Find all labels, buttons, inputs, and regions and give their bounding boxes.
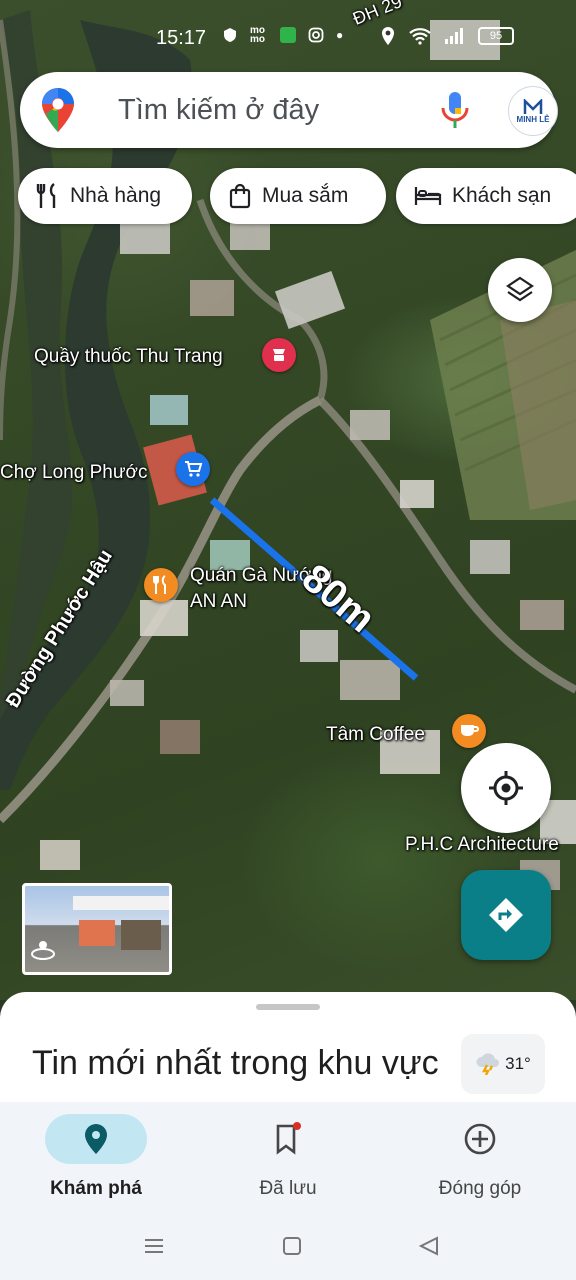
weather-badge[interactable]: 31° xyxy=(461,1034,545,1094)
nav-label: Đã lưu xyxy=(259,1178,317,1199)
chip-label: Nhà hàng xyxy=(70,184,162,207)
restaurant-pin-icon[interactable] xyxy=(144,568,178,602)
status-bar: 15:17 mo mo ● 95 xyxy=(0,22,576,58)
hotel-icon xyxy=(414,187,442,205)
street-view-awning xyxy=(79,920,115,946)
search-input[interactable]: Tìm kiếm ở đây xyxy=(118,94,319,127)
back-icon[interactable] xyxy=(418,1236,440,1261)
home-icon[interactable] xyxy=(282,1236,302,1261)
shield-icon xyxy=(224,28,236,42)
chip-label: Mua sắm xyxy=(262,184,349,207)
bottom-navigation: Khám phá Đã lưu Đóng góp xyxy=(0,1102,576,1222)
layers-icon xyxy=(506,276,534,302)
directions-button[interactable] xyxy=(461,870,551,960)
battery-icon: 95 xyxy=(478,27,514,45)
coffee-pin-icon[interactable] xyxy=(452,714,486,748)
microphone-icon[interactable] xyxy=(440,90,470,135)
thunderstorm-icon xyxy=(476,1053,500,1075)
my-location-button[interactable] xyxy=(461,743,551,833)
latest-news-title[interactable]: Tin mới nhất trong khu vực xyxy=(32,1044,439,1083)
chip-label: Khách sạn xyxy=(452,184,552,207)
satellite-map[interactable]: ĐH 29 Quầy thuốc Thu Trang Chợ Long Phướ… xyxy=(0,0,576,1000)
nav-label: Đóng góp xyxy=(438,1178,522,1199)
temperature: 31° xyxy=(505,1054,531,1073)
street-view-thumbnail[interactable] xyxy=(22,883,172,975)
avatar-logo-icon xyxy=(523,98,543,114)
status-time: 15:17 xyxy=(156,27,207,49)
layers-button[interactable] xyxy=(488,258,552,322)
street-view-rotate-icon xyxy=(29,938,57,964)
chip-hotels[interactable]: Khách sạn xyxy=(396,168,576,224)
pharmacy-pin-icon[interactable] xyxy=(262,338,296,372)
shopping-bag-icon xyxy=(229,183,251,209)
bookmark-icon xyxy=(218,1114,358,1164)
place-label-coffee[interactable]: Tâm Coffee xyxy=(326,724,425,746)
nav-label: Khám phá xyxy=(50,1178,142,1199)
explore-pin-icon xyxy=(45,1114,147,1164)
system-navigation-bar xyxy=(0,1222,576,1280)
drag-handle[interactable] xyxy=(256,1004,320,1010)
avatar-text: MINH LÊ xyxy=(516,114,550,124)
nav-contribute[interactable]: Đóng góp xyxy=(410,1114,550,1200)
wifi-icon xyxy=(409,28,431,45)
nav-explore[interactable]: Khám phá xyxy=(26,1114,166,1200)
crosshair-icon xyxy=(489,771,523,805)
restaurant-icon xyxy=(36,183,56,208)
place-label-restaurant-line2: AN AN xyxy=(190,591,248,612)
signal-icon xyxy=(445,28,463,44)
street-view-roof xyxy=(73,896,169,910)
add-circle-icon xyxy=(410,1114,550,1164)
place-label-market[interactable]: Chợ Long Phước xyxy=(0,462,148,484)
nav-saved[interactable]: Đã lưu xyxy=(218,1114,358,1200)
place-label-architecture[interactable]: P.H.C Architecture xyxy=(405,834,559,856)
recent-apps-icon[interactable] xyxy=(144,1236,164,1261)
maps-logo-icon xyxy=(42,88,74,137)
chip-restaurants[interactable]: Nhà hàng xyxy=(18,168,192,224)
account-avatar[interactable]: MINH LÊ xyxy=(508,86,558,136)
location-icon xyxy=(382,27,394,45)
shopping-cart-pin-icon[interactable] xyxy=(176,452,210,486)
chat-app-icon xyxy=(280,27,296,43)
dot-icon: ● xyxy=(336,28,344,42)
search-bar[interactable]: Tìm kiếm ở đây MINH LÊ xyxy=(20,72,558,148)
momo-icon: mo mo xyxy=(250,25,265,45)
place-label-pharmacy[interactable]: Quầy thuốc Thu Trang xyxy=(34,346,223,368)
street-view-shop xyxy=(121,920,161,950)
chip-shopping[interactable]: Mua sắm xyxy=(210,168,386,224)
instagram-icon xyxy=(308,27,324,43)
directions-icon xyxy=(489,898,523,932)
